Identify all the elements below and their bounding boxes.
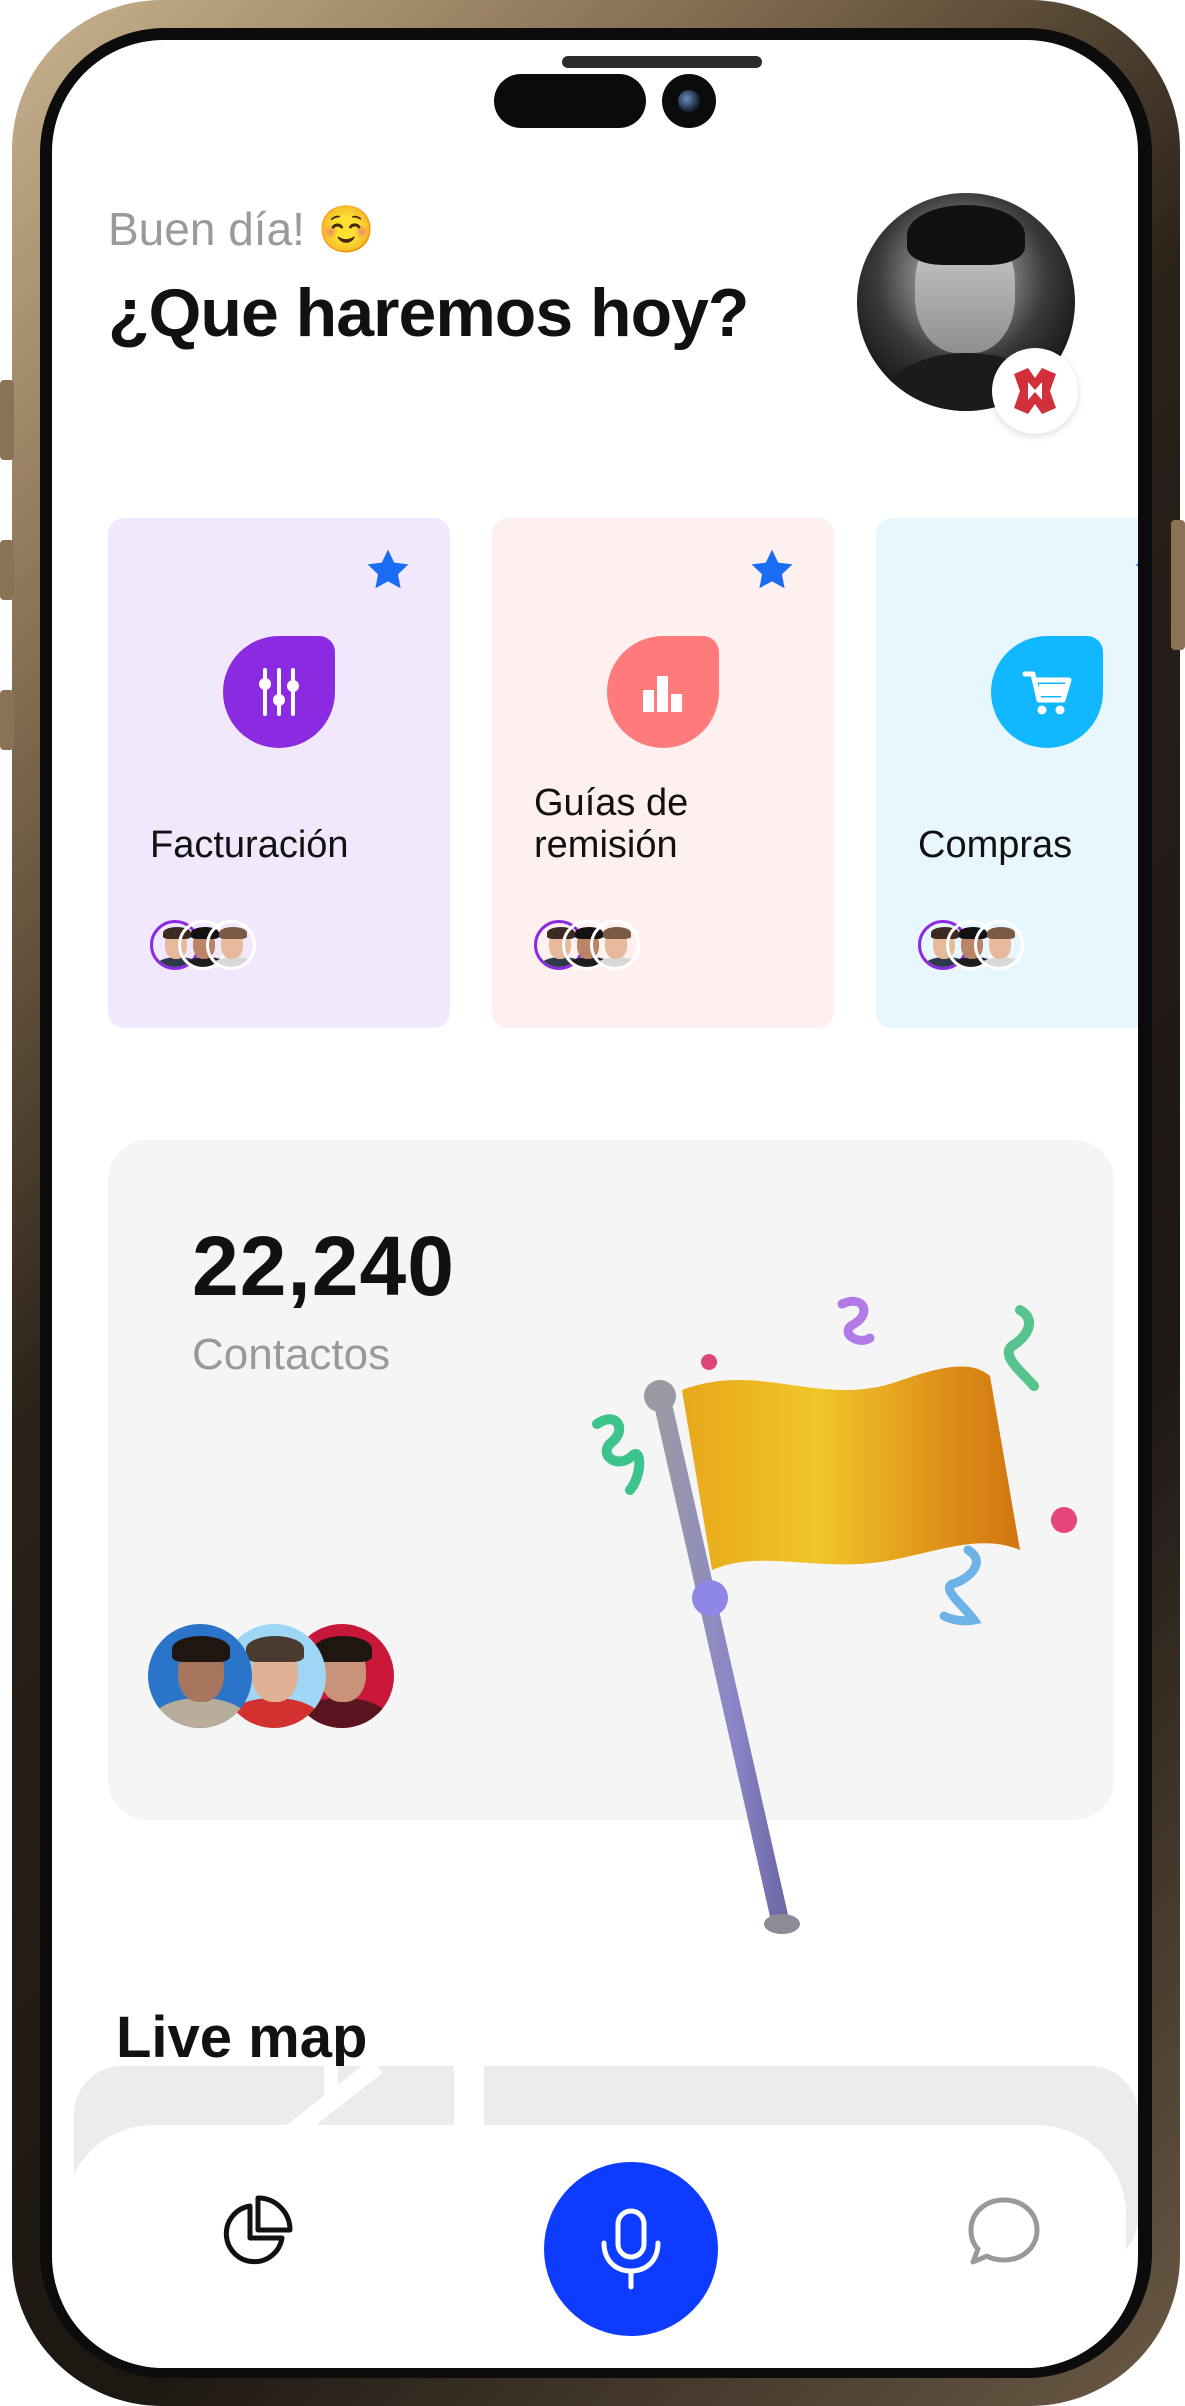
company-badge-icon [992,348,1078,434]
module-title: Guías de remisión [534,782,688,866]
chat-bubble-icon[interactable] [965,2192,1043,2270]
star-icon[interactable] [364,546,412,594]
contact-avatar [148,1624,252,1728]
greeting-text: Buen día! ☺️ [108,203,375,255]
volume-down-button [0,690,14,750]
avatar [590,920,640,970]
member-avatars [918,920,1048,972]
section-title-live-map: Live map [116,2005,368,2070]
module-card-compras[interactable]: Compras [876,518,1138,1028]
module-title-line-2: remisión [534,824,678,866]
module-card-facturacion[interactable]: Facturación [108,518,450,1028]
avatar [206,920,256,970]
member-avatars [534,920,664,972]
map-road [324,2066,338,2096]
voice-command-button[interactable] [544,2162,718,2336]
star-icon[interactable] [1132,546,1138,594]
contacts-label: Contactos [192,1330,391,1379]
module-title: Compras [918,824,1073,866]
contacts-count: 22,240 [192,1219,455,1313]
module-title-line-1: Guías de [534,782,689,824]
page-title: ¿Que haremos hoy? [108,275,749,351]
action-button [0,380,14,460]
cart-icon [991,636,1103,748]
front-camera [662,74,716,128]
member-avatars [150,920,280,972]
screen: Buen día! ☺️ ¿Que haremos hoy? Facturaci… [52,40,1138,2368]
flag-illustration [592,1296,1077,1934]
microphone-icon [601,2208,661,2290]
avatar-hair [907,205,1025,265]
volume-up-button [0,540,14,600]
star-icon[interactable] [748,546,796,594]
pie-chart-icon[interactable] [218,2192,296,2270]
speaker [562,56,762,68]
sliders-icon [223,636,335,748]
power-button [1171,520,1185,650]
avatar [974,920,1024,970]
module-card-guias-de-remision[interactable]: Guías de remisión [492,518,834,1028]
dynamic-island [494,74,646,128]
module-title: Facturación [150,824,349,866]
bar-chart-icon [607,636,719,748]
